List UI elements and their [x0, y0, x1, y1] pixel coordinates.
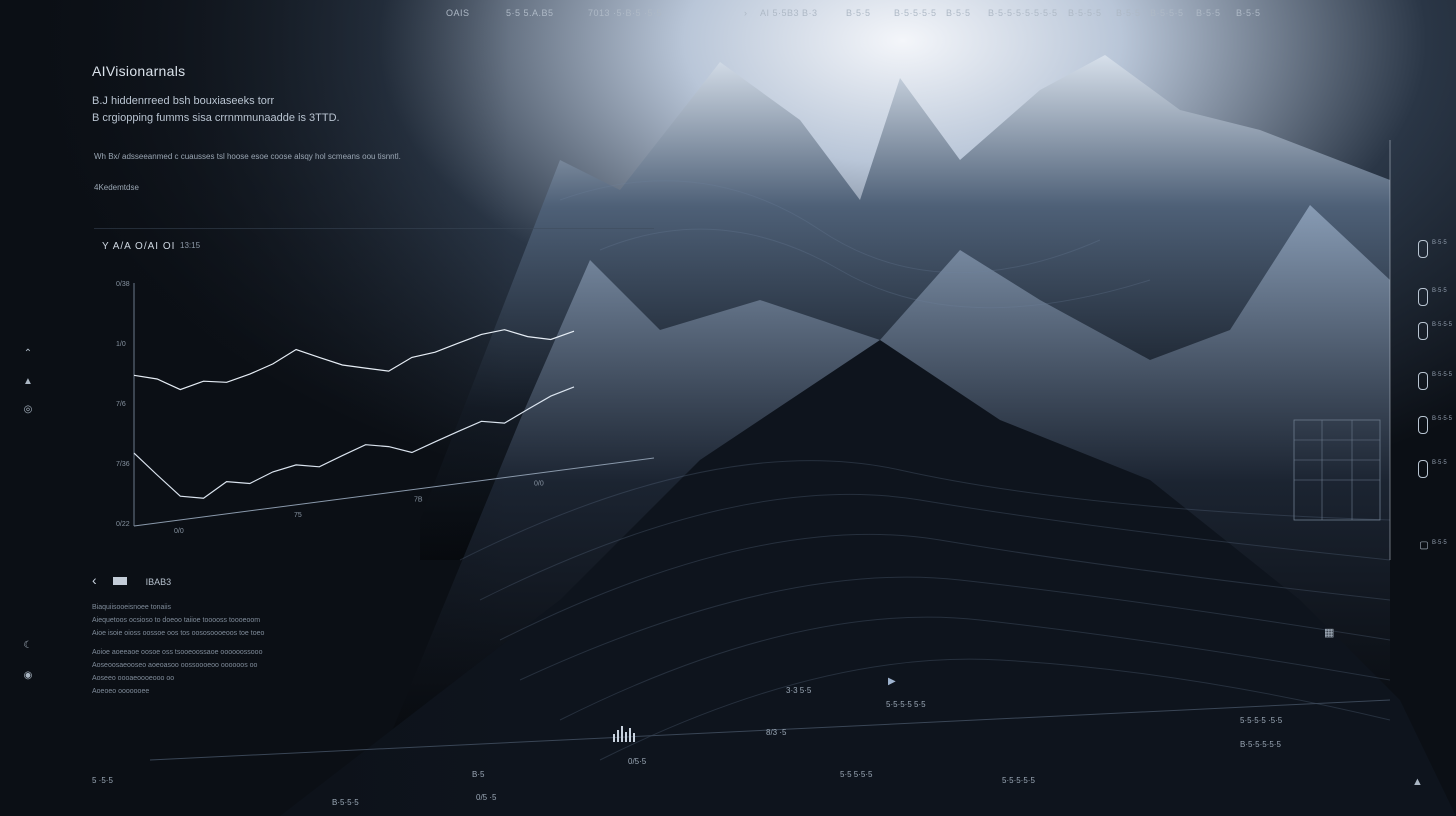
capsule-icon: [1418, 288, 1428, 306]
right-data-panel: [1292, 380, 1388, 560]
rail-item[interactable]: B·5·5·5: [1408, 322, 1452, 352]
header-note: Wh Bx/ adsseeanmed c cuausses tsl hoose …: [94, 152, 401, 161]
moon-icon[interactable]: ☾: [22, 640, 34, 652]
nav-item[interactable]: B·5·5: [846, 8, 871, 18]
footer-label: 3·3 5·5: [786, 686, 812, 695]
chart-title: Y A/A O/AI OI: [102, 241, 176, 252]
nav-item[interactable]: B·5·5·5·5: [894, 8, 937, 18]
panel-line: Aoioe aoeeaoe oosoe oss tsooeoossaoe ooo…: [92, 649, 263, 656]
panel-line: Aioe isoie oioss oossoe oos tos oososooo…: [92, 630, 265, 637]
y-tick-label: 1/0: [116, 341, 126, 348]
footer-label: 5·5·5·5 ·5·5: [1240, 716, 1283, 725]
footer-label: 5 ·5·5: [92, 776, 113, 785]
x-tick-label: 0/0: [534, 481, 544, 488]
footer-label: 0/5 ·5: [476, 793, 497, 802]
y-tick-label: 0/22: [116, 521, 130, 528]
y-tick-label: 7/36: [116, 461, 130, 468]
rail-item[interactable]: B·5·5: [1408, 240, 1452, 270]
bell-small-icon[interactable]: ▲: [1412, 776, 1423, 788]
nav-item[interactable]: AI 5·5B3 B·3: [760, 8, 818, 18]
page-title: AIVisionarnals: [92, 63, 186, 79]
nav-item[interactable]: B·5·5·5·5·5·5·5: [988, 8, 1058, 18]
x-tick-label: 0/0: [174, 528, 184, 535]
rail-item[interactable]: B·5·5: [1408, 460, 1452, 490]
x-tick-label: 7B: [414, 496, 423, 503]
nav-item[interactable]: OAIS: [446, 8, 470, 18]
rail-item[interactable]: B·5·5·5: [1408, 416, 1452, 446]
rail-item[interactable]: B·5·5·5: [1408, 372, 1452, 402]
capsule-icon: [1418, 372, 1428, 390]
panel-line: Biaquiisooeisnoee tonaiis: [92, 604, 171, 611]
chevron-up-icon[interactable]: ⌃: [22, 348, 34, 360]
shield-icon[interactable]: ◎: [22, 404, 34, 416]
footer-label: 8/3 ·5: [766, 728, 787, 737]
right-rail: B·5·5 B·5·5 B·5·5·5 B·5·5·5 B·5·5·5 B·5·…: [1408, 60, 1452, 800]
square-icon: ▢: [1419, 540, 1429, 551]
capsule-icon: [1418, 416, 1428, 434]
bell-icon[interactable]: ▲: [22, 376, 34, 388]
panel-line: Aoseeo oooaeoooeooo oo: [92, 675, 175, 682]
rail-item[interactable]: ▢ B·5·5: [1408, 540, 1452, 570]
mini-bar-chart-icon: [612, 724, 640, 742]
back-chevron-icon[interactable]: ‹: [92, 572, 97, 588]
line-chart-panel: Y A/A O/AI OI 13:15 0/38 1/0 7/6 7/36 0/22 0…: [94, 227, 655, 538]
chart-svg: 0/38 1/0 7/6 7/36 0/22 0/0 75 7B 0/0: [94, 227, 655, 535]
grid-icon[interactable]: ▦: [1324, 626, 1334, 639]
info-panel: ‹ IBAB3 Biaquiisooeisnoee tonaiis Aieque…: [92, 572, 392, 695]
nav-item[interactable]: B·5·5·5: [1150, 8, 1184, 18]
panel-line: Aoeoeo ooooooee: [92, 688, 150, 695]
footer-label: 5·5·5·5 5·5: [886, 700, 926, 709]
panel-line: Aiequetoos ocsioso to doeoo taiioe toooo…: [92, 617, 261, 624]
panel-logo-icon: [113, 577, 128, 585]
chart-series-line-2: [133, 386, 575, 499]
y-tick-label: 7/6: [116, 401, 126, 408]
settings-icon[interactable]: ◉: [22, 670, 34, 682]
y-tick-label: 0/38: [116, 281, 130, 288]
footer-label: 0/5·5: [628, 757, 647, 766]
nav-item[interactable]: B·5·5: [1236, 8, 1261, 18]
footer-label: B·5·5·5·5·5: [1240, 740, 1281, 749]
footer-label: 5·5 5·5·5: [840, 770, 873, 779]
footer-label: B·5·5·5: [332, 798, 359, 807]
capsule-icon: [1418, 322, 1428, 340]
footer-label: 5·5·5·5·5: [1002, 776, 1035, 785]
header-tag: 4Kedemtdse: [94, 183, 139, 192]
nav-item[interactable]: B·5·5: [1196, 8, 1221, 18]
nav-item[interactable]: B·5·5: [946, 8, 971, 18]
footer-label: B·5: [472, 770, 485, 779]
nav-item[interactable]: 5·5 5.A.B5: [506, 8, 554, 18]
top-navigation: OAIS 5·5 5.A.B5 7013 ·5·B·5 ·5·5 › AI 5·…: [0, 8, 1456, 26]
chart-series-line-1: [133, 329, 575, 391]
header-description: B crgiopping fumms sisa crrnmmunaadde is…: [92, 112, 340, 124]
x-tick-label: 75: [294, 512, 302, 519]
nav-item[interactable]: B·5·5: [1116, 8, 1141, 18]
panel-line: Aoseoosaeooseo aoeoasoo oossoooeoo ooooo…: [92, 662, 258, 669]
nav-item[interactable]: 7013 ·5·B·5 ·5·5: [588, 8, 662, 18]
panel-heading: IBAB3: [145, 577, 172, 587]
play-icon[interactable]: ▶: [888, 676, 896, 687]
nav-item[interactable]: B·5·5·5: [1068, 8, 1102, 18]
header-description: B.J hiddenrreed bsh bouxiaseeks torr: [92, 95, 275, 107]
capsule-icon: [1418, 460, 1428, 478]
capsule-icon: [1418, 240, 1428, 258]
rail-item[interactable]: B·5·5: [1408, 288, 1452, 318]
chart-subtitle: 13:15: [180, 241, 201, 250]
chevron-right-icon[interactable]: ›: [744, 8, 748, 18]
